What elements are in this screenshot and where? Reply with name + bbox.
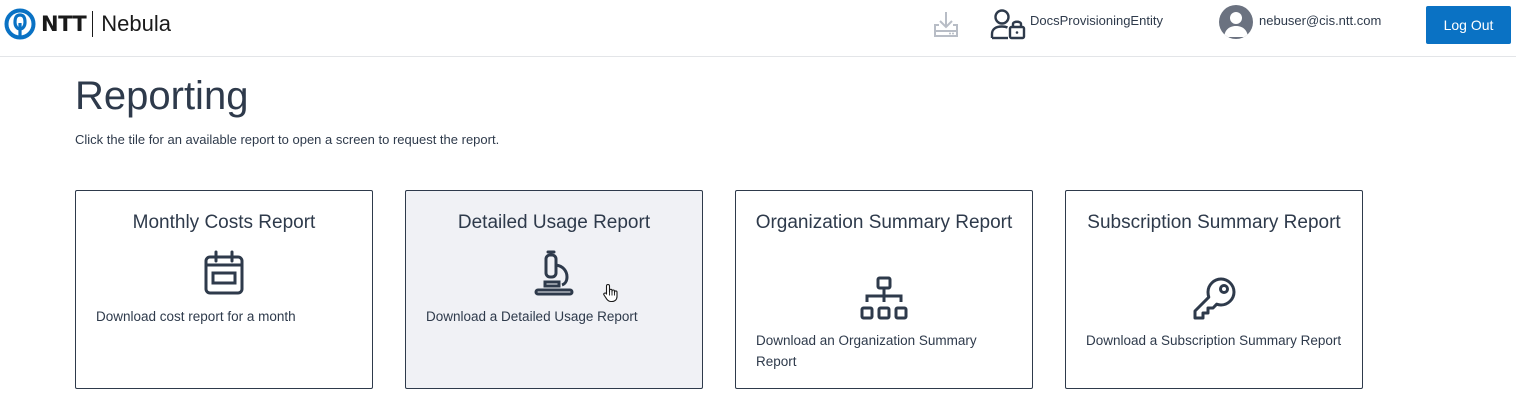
user-menu[interactable]: nebuser@cis.ntt.com	[1219, 5, 1381, 39]
avatar	[1219, 5, 1253, 39]
tile-description: Download a Subscription Summary Report	[1086, 333, 1342, 348]
tile-title: Detailed Usage Report	[457, 212, 651, 233]
tile-title: Monthly Costs Report	[132, 212, 316, 233]
microscope-icon	[534, 250, 574, 296]
person-lock-icon	[990, 9, 1026, 40]
tile-monthly-costs-report[interactable]: Monthly Costs Report Download cost repor…	[75, 190, 373, 389]
logout-button[interactable]: Log Out	[1426, 6, 1511, 44]
brand-ntt-text: NTT	[41, 12, 87, 36]
tile-description: Download cost report for a month	[96, 309, 296, 324]
tile-organization-summary-report[interactable]: Organization Summary Report Download an …	[735, 190, 1033, 389]
brand-separator	[92, 11, 94, 37]
tile-subscription-summary-report[interactable]: Subscription Summary Report Download a S…	[1065, 190, 1363, 389]
tile-title: Organization Summary Report	[755, 212, 1013, 233]
user-email: nebuser@cis.ntt.com	[1259, 13, 1382, 28]
tile-title: Subscription Summary Report	[1087, 212, 1341, 233]
tile-detailed-usage-report[interactable]: Detailed Usage Report Download a Detaile…	[405, 190, 703, 389]
tile-description: Download a Detailed Usage Report	[426, 309, 638, 324]
hand-cursor-icon	[603, 283, 618, 303]
entity-selector[interactable]: DocsProvisioningEntity	[990, 8, 1163, 40]
user-avatar-icon	[1224, 12, 1248, 37]
hierarchy-icon	[860, 276, 908, 320]
brand-logo[interactable]: NTT Nebula	[4, 8, 171, 40]
ntt-logo-icon	[4, 8, 36, 40]
tile-description: Download an Organization Summary Report	[756, 333, 977, 369]
download-tray-icon[interactable]	[930, 8, 962, 40]
top-bar: NTT Nebula DocsProvisioningEntity nebuse…	[0, 0, 1516, 57]
calendar-icon	[204, 250, 244, 295]
key-icon	[1193, 277, 1236, 320]
entity-name: DocsProvisioningEntity	[1030, 13, 1163, 28]
page-title: Reporting	[75, 74, 249, 118]
page-subtitle: Click the tile for an available report t…	[75, 132, 500, 147]
brand-product-name: Nebula	[101, 11, 171, 36]
